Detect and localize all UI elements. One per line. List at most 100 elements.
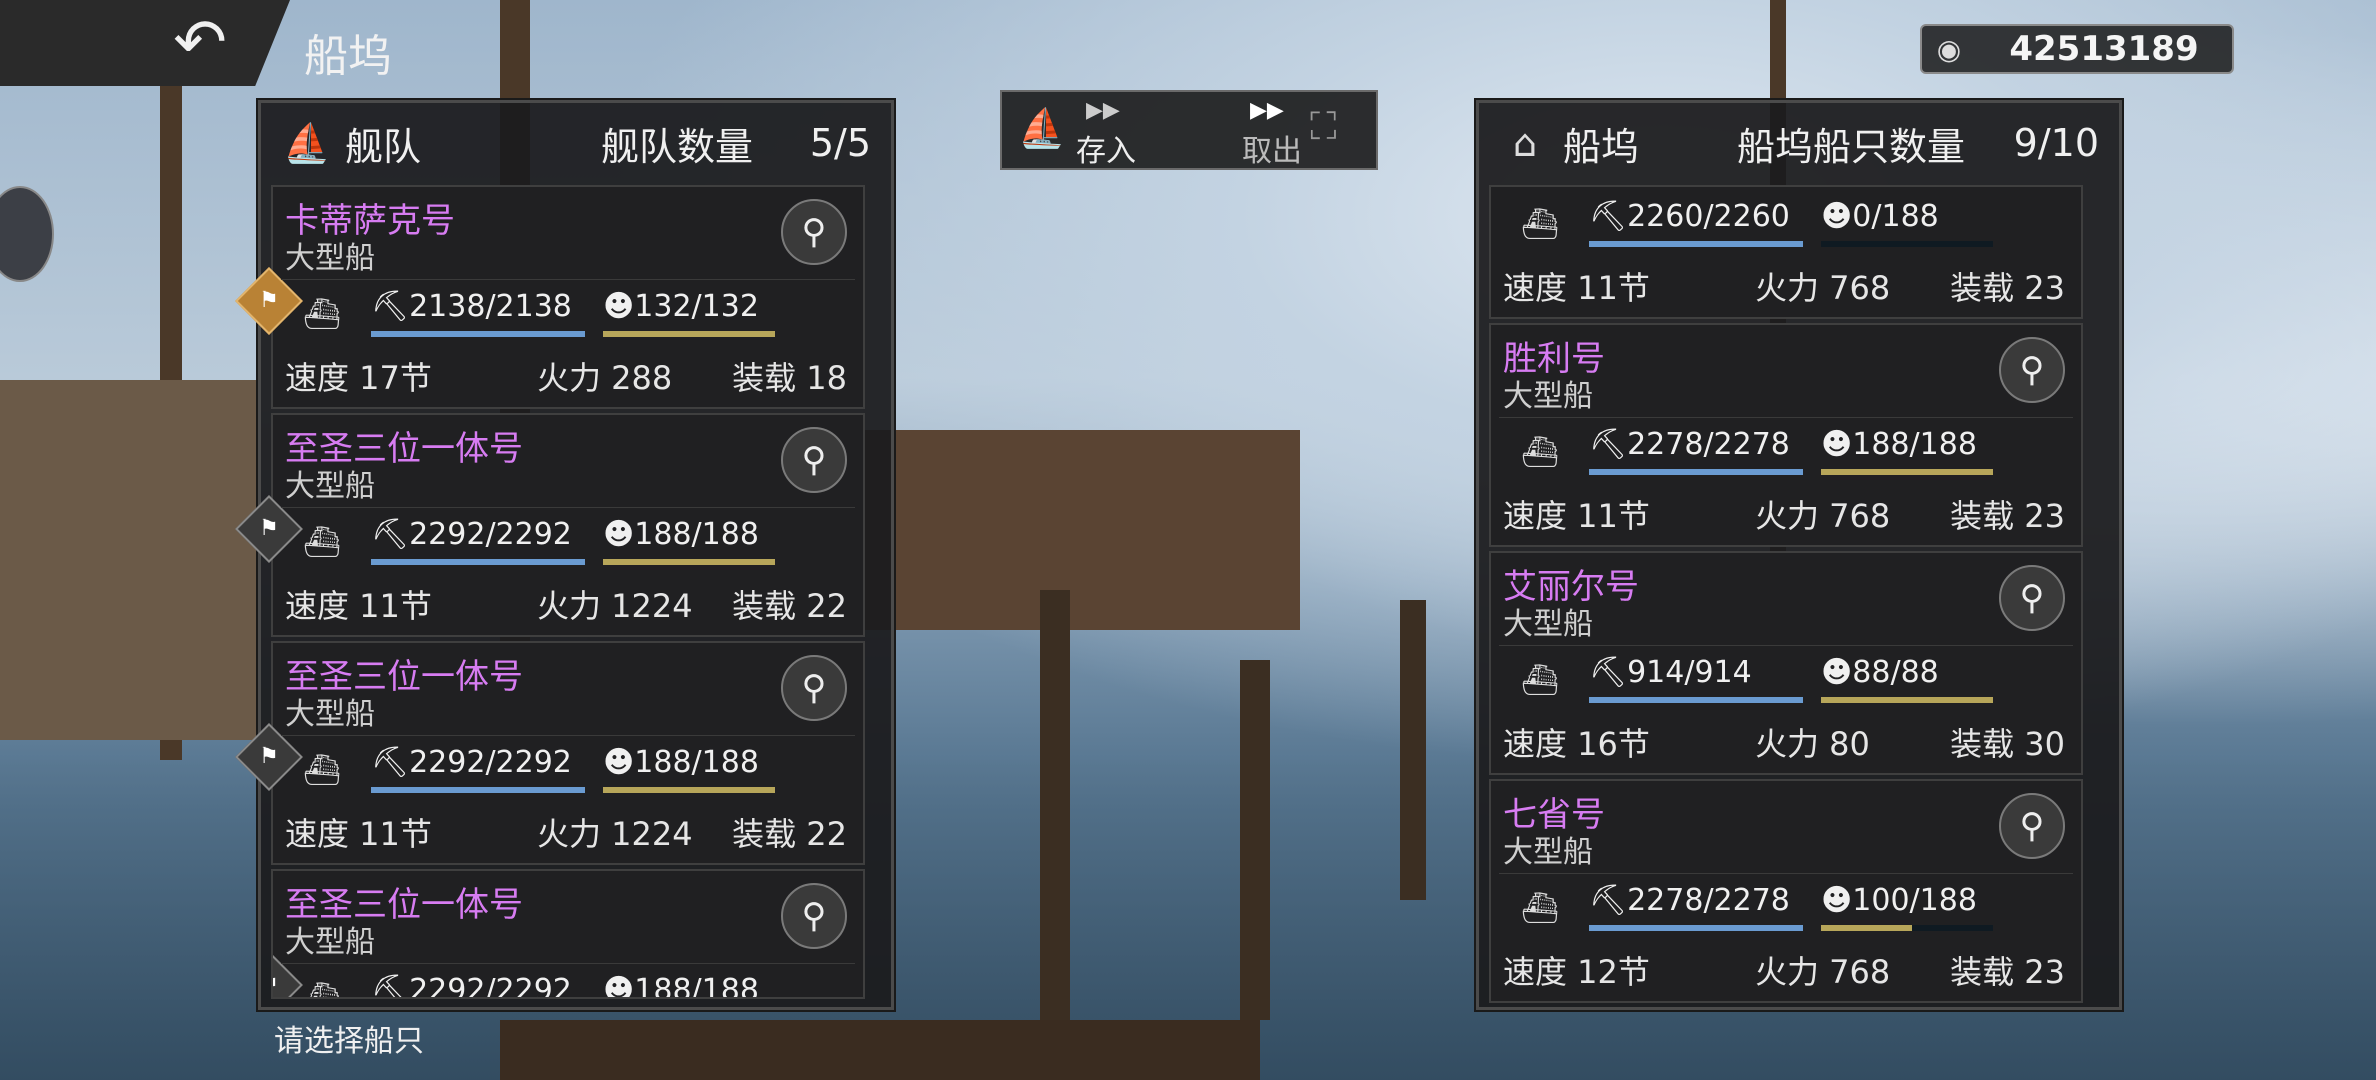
durability-bar	[1589, 469, 1803, 475]
deposit-button[interactable]: 存入	[1076, 126, 1136, 170]
withdraw-button[interactable]: 取出	[1242, 126, 1302, 170]
dock-ship-card[interactable]: 胜利号 大型船 ⚲ ⛴ ⛏2278/2278 ☻188/188 速度 11节 火…	[1489, 323, 2083, 547]
ship-icon: ⛴	[1521, 663, 1560, 698]
ship-icon: ⛴	[303, 981, 342, 999]
ship-stats: 速度 17节 火力 288 装载 18	[285, 353, 847, 397]
fleet-ship-card[interactable]: ⚑ 至圣三位一体号 大型船 ⚲ ⛴ ⛏2292/2292 ☻188/188 速度…	[235, 413, 865, 637]
dock-ship-card[interactable]: ⛴ ⛏2260/2260 ☻0/188 速度 11节 火力 768 装载 23	[1489, 185, 2083, 319]
durability-bar	[371, 559, 585, 565]
magnifier-icon: ⚲	[2019, 578, 2045, 618]
crew-value: ☻132/132	[603, 289, 759, 324]
durability-bar	[1589, 925, 1803, 931]
divider	[281, 279, 855, 280]
ship-stats: 速度 16节 火力 80 装载 30	[1503, 719, 2065, 763]
speed-stat: 速度 11节	[285, 587, 432, 625]
currency-value: 42513189	[2009, 29, 2199, 69]
inspect-button[interactable]: ⚲	[781, 427, 847, 493]
magnifier-icon: ⚲	[801, 440, 827, 480]
fleet-ship-icon: ⛵	[283, 120, 331, 165]
speed-stat: 速度 17节	[285, 359, 432, 397]
fleet-count-label: 舰队数量	[601, 124, 754, 169]
fleet-header: ⛵ 舰队 舰队数量 5/5	[261, 103, 891, 183]
durability-bar	[371, 787, 585, 793]
crew-value: ☻0/188	[1821, 199, 1939, 234]
inspect-button[interactable]: ⚲	[781, 655, 847, 721]
inspect-button[interactable]: ⚲	[1999, 337, 2065, 403]
crew-value: ☻188/188	[603, 517, 759, 552]
inspect-button[interactable]: ⚲	[1999, 793, 2065, 859]
ship-icon: ⛴	[303, 525, 342, 560]
firepower-stat: 火力 768	[1755, 497, 1891, 535]
magnifier-icon: ⚲	[2019, 350, 2045, 390]
ship-type: 大型船	[285, 469, 375, 504]
durability-value: ⛏2292/2292	[371, 745, 572, 780]
cargo-stat: 装载 22	[732, 587, 847, 625]
back-arrow-icon: ↶	[173, 6, 227, 80]
firepower-stat: 火力 1224	[537, 587, 693, 625]
durability-value: ⛏2138/2138	[371, 289, 572, 324]
dock-count-label: 船坞船只数量	[1737, 124, 1966, 169]
firepower-stat: 火力 1224	[537, 815, 693, 853]
cargo-stat: 装载 18	[732, 359, 847, 397]
ship-icon: ⛴	[1521, 435, 1560, 470]
crew-bar	[1821, 697, 1993, 703]
durability-bar	[371, 331, 585, 337]
speed-stat: 速度 12节	[1503, 953, 1650, 991]
ship-stats: 速度 11节 火力 768 装载 23	[1503, 263, 2065, 307]
cargo-stat: 装载 23	[1950, 497, 2065, 535]
dock-header: ⌂ 船坞 船坞船只数量 9/10	[1479, 103, 2119, 183]
inspect-button[interactable]: ⚲	[781, 199, 847, 265]
ship-icon: ⛴	[1521, 207, 1560, 242]
back-button[interactable]: ↶	[150, 6, 250, 80]
firepower-stat: 火力 768	[1755, 953, 1891, 991]
ship-type: 大型船	[1503, 379, 1593, 414]
firepower-stat: 火力 768	[1755, 269, 1891, 307]
durability-value: ⛏2278/2278	[1589, 883, 1790, 918]
inspect-button[interactable]: ⚲	[1999, 565, 2065, 631]
withdraw-arrows-icon: ▶▶	[1250, 98, 1284, 123]
fleet-ship-card[interactable]: ⚑ 至圣三位一体号 大型船 ⚲ ⛴ ⛏2292/2292 ☻188/188	[271, 869, 865, 999]
fleet-ship-card[interactable]: ⚑ 至圣三位一体号 大型船 ⚲ ⛴ ⛏2292/2292 ☻188/188 速度…	[235, 641, 865, 865]
magnifier-icon: ⚲	[801, 668, 827, 708]
crew-value: ☻100/188	[1821, 883, 1977, 918]
ship-stats: 速度 12节 火力 768 装载 23	[1503, 947, 2065, 991]
cargo-stat: 装载 23	[1950, 953, 2065, 991]
magnifier-icon: ⚲	[801, 896, 827, 936]
ship-stats: 速度 11节 火力 1224 装载 22	[285, 581, 847, 625]
ship-type: 大型船	[285, 925, 375, 960]
page-title: 船坞	[304, 31, 392, 82]
ship-type: 大型船	[285, 241, 375, 276]
durability-bar	[1589, 241, 1803, 247]
crew-bar	[1821, 925, 1993, 931]
magnifier-icon: ⚲	[801, 212, 827, 252]
crew-bar	[1821, 241, 1993, 247]
fleet-panel: ⛵ 舰队 舰队数量 5/5 ⚑ 卡蒂萨克号 大型船 ⚲ ⛴ ⛏2138/2138…	[235, 100, 894, 1010]
divider	[1499, 645, 2073, 646]
ship-type: 大型船	[285, 697, 375, 732]
dock-ship-card[interactable]: 艾丽尔号 大型船 ⚲ ⛴ ⛏914/914 ☻88/88 速度 16节 火力 8…	[1489, 551, 2083, 775]
crew-bar	[1821, 469, 1993, 475]
durability-value: ⛏2292/2292	[371, 517, 572, 552]
speed-stat: 速度 16节	[1503, 725, 1650, 763]
durability-bar	[1589, 697, 1803, 703]
sail-ship-icon: ⛵	[1018, 106, 1066, 150]
inspect-button[interactable]: ⚲	[781, 883, 847, 949]
divider	[281, 507, 855, 508]
ship-stats: 速度 11节 火力 1224 装载 22	[285, 809, 847, 853]
ship-icon: ⛴	[303, 753, 342, 788]
crew-bar	[603, 559, 775, 565]
durability-value: ⛏2278/2278	[1589, 427, 1790, 462]
speed-stat: 速度 11节	[285, 815, 432, 853]
crew-value: ☻88/88	[1821, 655, 1939, 690]
durability-value: ⛏914/914	[1589, 655, 1752, 690]
fleet-ship-card[interactable]: ⚑ 卡蒂萨克号 大型船 ⚲ ⛴ ⛏2138/2138 ☻132/132 速度 1…	[235, 185, 865, 409]
ship-icon: ⛴	[1521, 891, 1560, 926]
divider	[281, 963, 855, 964]
ship-stats: 速度 11节 火力 768 装载 23	[1503, 491, 2065, 535]
durability-value: ⛏2260/2260	[1589, 199, 1790, 234]
dock-emblem-icon: ⛶	[1310, 104, 1337, 148]
crew-value: ☻188/188	[1821, 427, 1977, 462]
dock-ship-card[interactable]: 七省号 大型船 ⚲ ⛴ ⛏2278/2278 ☻100/188 速度 12节 火…	[1489, 779, 2083, 1003]
crew-value: ☻188/188	[603, 973, 759, 999]
cargo-stat: 装载 23	[1950, 269, 2065, 307]
